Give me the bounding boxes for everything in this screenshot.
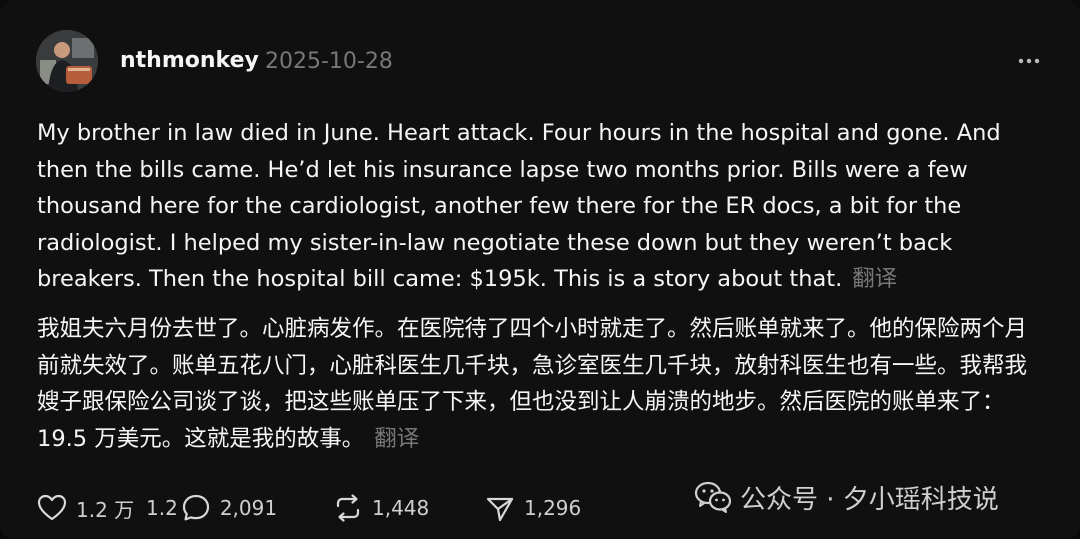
translate-link-en[interactable]: 翻译: [852, 266, 897, 292]
comment-count: 1.2: [146, 496, 178, 520]
post-text-chinese: 我姐夫六月份去世了。心脏病发作。在医院待了四个小时就走了。然后账单就来了。他的保…: [37, 311, 1044, 457]
watermark: 公众号 · 夕小瑶科技说: [694, 478, 999, 516]
wechat-icon: [694, 481, 732, 513]
comment-bubble-icon: [182, 494, 209, 521]
watermark-text: 公众号 · 夕小瑶科技说: [740, 484, 999, 515]
post-text-zh: 我姐夫六月份去世了。心脏病发作。在医院待了四个小时就走了。然后账单就来了。他的保…: [37, 316, 1028, 452]
repost-button[interactable]: 1,448: [332, 488, 429, 528]
avatar-image: [36, 30, 98, 92]
more-horizontal-icon[interactable]: [1016, 48, 1042, 74]
post-text-english: My brother in law died in June. Heart at…: [37, 115, 1044, 298]
post-header: nthmonkey 2025-10-28: [36, 30, 1044, 94]
comment-button[interactable]: 1.2 2,091: [146, 488, 277, 528]
repost-icon: [336, 494, 360, 522]
post-card: nthmonkey 2025-10-28 My brother in law d…: [0, 0, 1080, 539]
like-button[interactable]: 1.2 万: [36, 488, 134, 528]
heart-icon: [37, 494, 67, 521]
like-count: 1.2 万: [76, 497, 135, 522]
post-date: 2025-10-28: [265, 49, 393, 74]
translate-link-zh[interactable]: 翻译: [374, 426, 419, 452]
avatar[interactable]: [36, 30, 98, 92]
comment-count-total: 2,091: [219, 496, 278, 520]
repost-count: 1,448: [372, 496, 430, 520]
share-button[interactable]: 1,296: [484, 488, 581, 528]
share-count: 1,296: [524, 496, 582, 520]
username[interactable]: nthmonkey: [120, 48, 259, 73]
send-icon: [486, 497, 514, 522]
